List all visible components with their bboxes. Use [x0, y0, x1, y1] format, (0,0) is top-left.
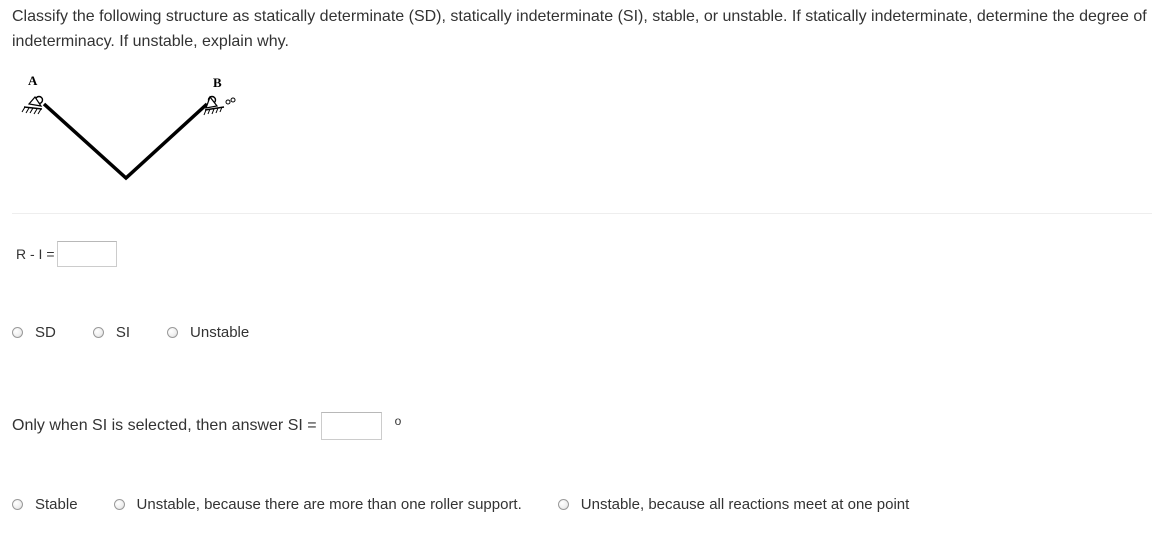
section-divider — [12, 213, 1152, 214]
question-text: Classify the following structure as stat… — [12, 8, 1147, 50]
option-unstable-concurrent[interactable]: Unstable, because all reactions meet at … — [557, 496, 910, 513]
si-input[interactable] — [320, 412, 382, 440]
option-stable-label: Stable — [35, 496, 78, 513]
option-unstable-rollers[interactable]: Unstable, because there are more than on… — [113, 496, 522, 513]
stability-options: Stable Unstable, because there are more … — [12, 496, 909, 513]
ri-answer-row: R - I = — [16, 241, 117, 267]
ri-input[interactable] — [56, 241, 117, 267]
option-unstable-concurrent-label: Unstable, because all reactions meet at … — [580, 496, 910, 513]
label-b: B — [213, 75, 222, 90]
ri-label: R - I = — [16, 246, 55, 262]
support-a-icon — [21, 95, 44, 115]
radio-unstable-rollers[interactable] — [113, 499, 125, 510]
si-answer-row: Only when SI is selected, then answer SI… — [12, 412, 401, 440]
label-a: A — [28, 73, 38, 88]
option-unstable-label: Unstable — [190, 324, 250, 341]
option-sd-label: SD — [35, 324, 56, 341]
radio-unstable-concurrent[interactable] — [557, 499, 569, 510]
structure-figure: A B — [12, 66, 272, 192]
option-sd[interactable]: SD — [12, 324, 56, 341]
support-b-icon — [203, 95, 236, 116]
si-prompt: Only when SI is selected, then answer SI… — [12, 417, 317, 434]
v-frame-member — [42, 102, 209, 181]
si-unit: o — [394, 414, 402, 428]
structure-diagram: A B — [21, 73, 236, 181]
option-si[interactable]: SI — [92, 324, 131, 341]
radio-unstable[interactable] — [167, 327, 179, 338]
option-si-label: SI — [115, 324, 131, 341]
option-unstable[interactable]: Unstable — [167, 324, 249, 341]
option-stable[interactable]: Stable — [12, 496, 78, 513]
classification-options: SD SI Unstable — [12, 324, 249, 341]
option-unstable-rollers-label: Unstable, because there are more than on… — [136, 496, 522, 513]
radio-stable[interactable] — [12, 499, 23, 510]
radio-sd[interactable] — [12, 327, 23, 338]
radio-si[interactable] — [92, 327, 104, 338]
